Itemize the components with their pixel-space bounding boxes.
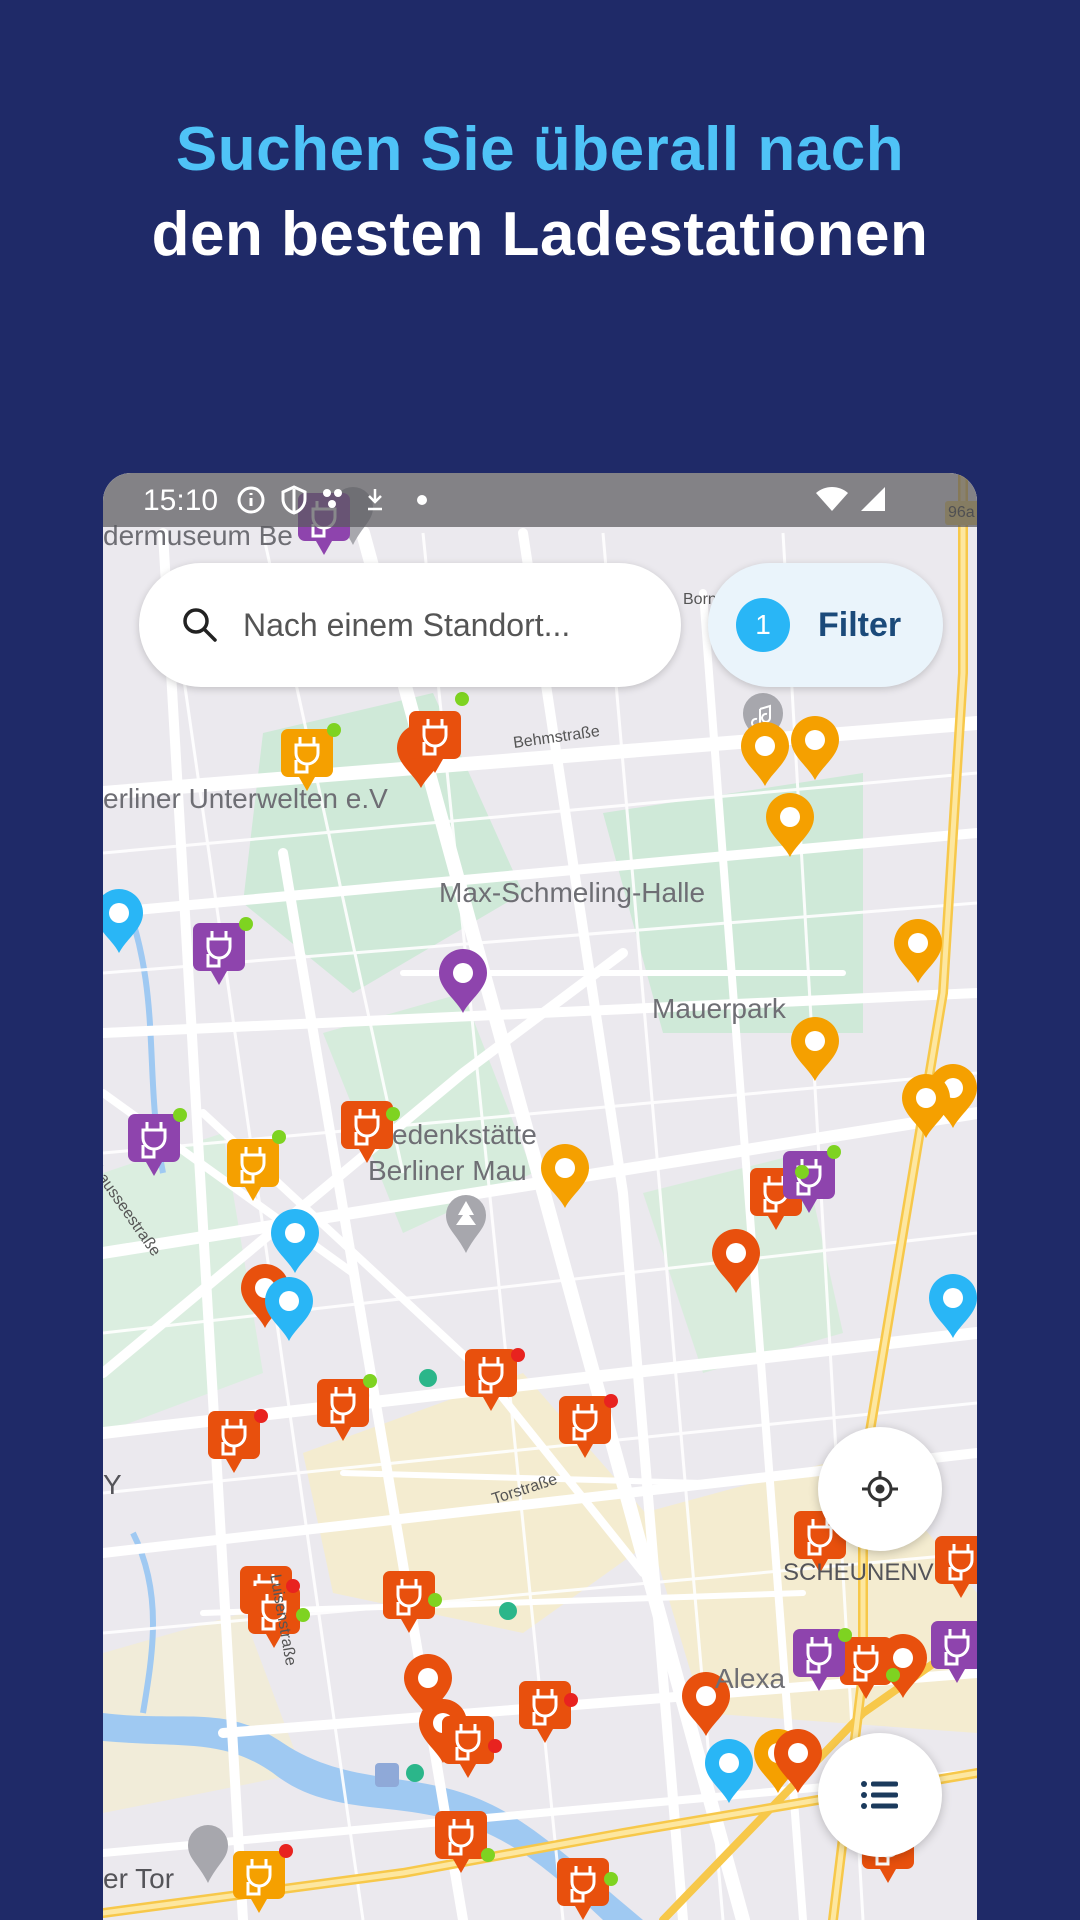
info-icon [237, 486, 265, 514]
train-icon [375, 1763, 399, 1787]
map-label-hall: Max-Schmeling-Halle [439, 877, 706, 908]
filter-button[interactable]: 1 Filter [708, 563, 943, 687]
my-location-button[interactable] [818, 1427, 942, 1551]
status-time: 15:10 [143, 484, 219, 517]
map-label-y: Y [103, 1469, 122, 1500]
search-input[interactable] [243, 606, 643, 644]
headline: Suchen Sie überall nach den besten Lades… [0, 110, 1080, 280]
headline-line-1: Suchen Sie überall nach [175, 115, 905, 184]
status-right-icons [815, 485, 887, 513]
map-label-memorial-1: edenkstätte [392, 1119, 537, 1150]
map-canvas[interactable] [103, 473, 977, 1920]
map-label-scheunen: SCHEUNENV [783, 1559, 934, 1586]
map[interactable] [103, 473, 977, 1920]
wifi-icon [816, 487, 848, 511]
status-icons [236, 485, 430, 515]
filter-count-badge: 1 [736, 598, 790, 652]
map-label-memorial-2: Berliner Mau [368, 1155, 527, 1186]
dot-icon [417, 495, 427, 505]
filter-label: Filter [818, 605, 902, 644]
crosshair-icon [862, 1471, 898, 1507]
map-label-park: Mauerpark [652, 993, 786, 1024]
dots-icon [323, 489, 342, 508]
signal-icon [861, 487, 885, 511]
headline-line-2: den besten Ladestationen [151, 200, 929, 269]
map-label-alex: Alexa [715, 1663, 786, 1694]
status-bar: 15:10 [103, 473, 977, 527]
map-label-unterwelten: erliner Unterwelten e.V [103, 783, 388, 814]
search-bar[interactable] [139, 563, 681, 687]
download-icon [368, 489, 382, 511]
list-icon [861, 1781, 898, 1809]
search-icon [183, 608, 217, 642]
map-label-tor: er Tor [103, 1863, 175, 1894]
phone-screen: dermuseum Be erliner Unterwelten e.V Max… [103, 473, 977, 1920]
list-view-button[interactable] [818, 1733, 942, 1857]
shield-icon [281, 485, 307, 515]
